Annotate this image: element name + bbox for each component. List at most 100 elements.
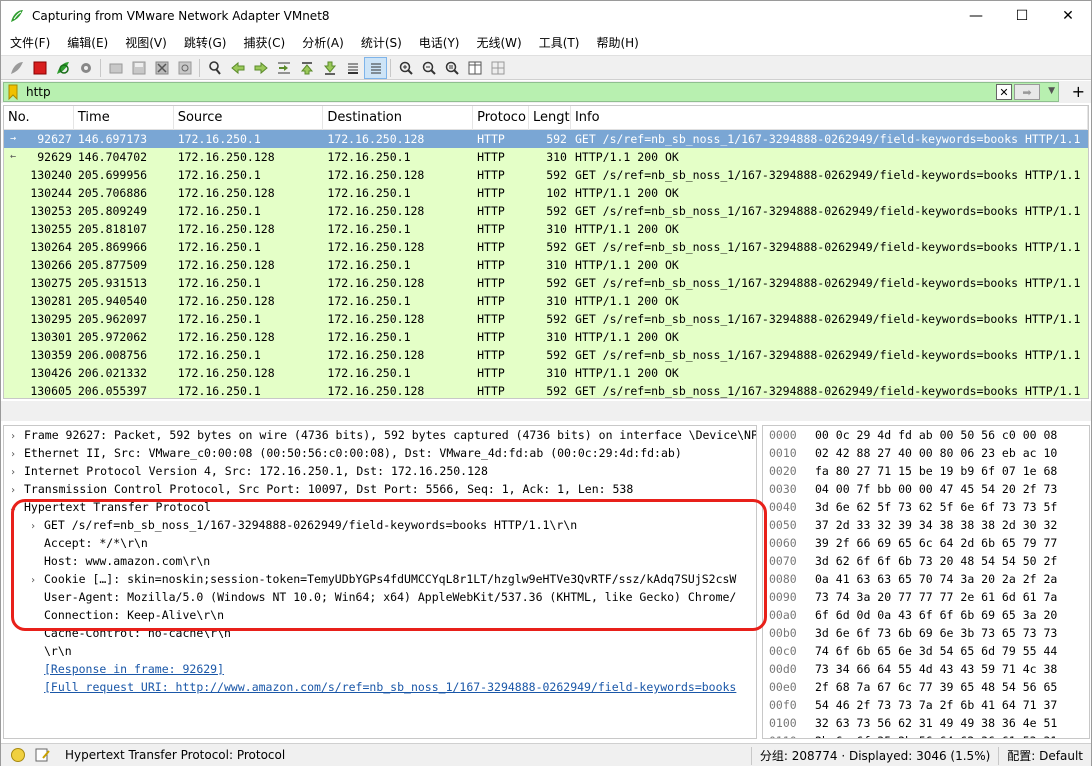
packet-row[interactable]: 130301 205.972062 172.16.250.128 172.16.250… — [4, 328, 1088, 346]
packet-row[interactable]: 130275 205.931513 172.16.250.1 172.16.250.1… — [4, 274, 1088, 292]
minimize-button[interactable]: — — [953, 1, 999, 31]
detail-row[interactable]: ⌄ Hypertext Transfer Protocol — [4, 498, 756, 516]
hex-row[interactable]: 0090 73 74 3a 20 77 77 77 2e 61 6d 61 7a — [763, 588, 1089, 606]
detail-row[interactable]: › Frame 92627: Packet, 592 bytes on wire … — [4, 426, 756, 444]
close-button[interactable]: ✕ — [1045, 1, 1091, 31]
packet-row[interactable]: 130359 206.008756 172.16.250.1 172.16.250.1… — [4, 346, 1088, 364]
filter-bookmark-button[interactable] — [7, 83, 19, 101]
hex-row[interactable]: 0070 3d 62 6f 6f 6b 73 20 48 54 54 50 2f — [763, 552, 1089, 570]
hex-row[interactable]: 00d0 73 34 66 64 55 4d 43 43 59 71 4c 38 — [763, 660, 1089, 678]
packet-row[interactable]: 92627 → 146.697173 172.16.250.1 172.16.250.1… — [4, 130, 1088, 148]
packet-row[interactable]: 130281 205.940540 172.16.250.128 172.16.250… — [4, 292, 1088, 310]
maximize-button[interactable]: ☐ — [999, 1, 1045, 31]
column-time[interactable]: Time — [74, 106, 174, 130]
hex-row[interactable]: 0040 3d 6e 62 5f 73 62 5f 6e 6f 73 73 5f — [763, 498, 1089, 516]
menu-wireless[interactable]: 无线(W) — [468, 32, 530, 54]
detail-row[interactable]: User-Agent: Mozilla/5.0 (Windows NT 10.0… — [4, 588, 756, 606]
menu-edit[interactable]: 编辑(E) — [58, 32, 116, 54]
menu-statistics[interactable]: 统计(S) — [352, 32, 410, 54]
packet-row[interactable]: 130244 205.706886 172.16.250.128 172.16.250… — [4, 184, 1088, 202]
hex-row[interactable]: 0100 32 63 73 56 62 31 49 49 38 36 4e 51 — [763, 714, 1089, 732]
filter-value[interactable]: http — [26, 85, 51, 99]
hex-row[interactable]: 00b0 3d 6e 6f 73 6b 69 6e 3b 73 65 73 73 — [763, 624, 1089, 642]
zoom-in-button[interactable] — [394, 57, 417, 79]
column-source[interactable]: Source — [174, 106, 324, 130]
packet-row[interactable]: 130295 205.962097 172.16.250.1 172.16.250.1… — [4, 310, 1088, 328]
layout-button[interactable] — [486, 57, 509, 79]
hex-row[interactable]: 0010 02 42 88 27 40 00 80 06 23 eb ac 10 — [763, 444, 1089, 462]
packet-row[interactable]: 130426 206.021332 172.16.250.128 172.16.250… — [4, 364, 1088, 382]
start-capture-button[interactable] — [5, 57, 28, 79]
expert-info-led-icon[interactable] — [11, 748, 25, 762]
open-file-button[interactable] — [104, 57, 127, 79]
detail-row[interactable]: Accept: */*\r\n — [4, 534, 756, 552]
detail-row[interactable]: [Response in frame: 92629] — [4, 660, 756, 678]
column-length[interactable]: Lengt — [529, 106, 571, 130]
detail-link[interactable]: [Response in frame: 92629] — [44, 662, 224, 676]
resize-columns-button[interactable] — [463, 57, 486, 79]
capture-options-button[interactable] — [74, 57, 97, 79]
detail-row[interactable]: Connection: Keep-Alive\r\n — [4, 606, 756, 624]
save-file-button[interactable] — [127, 57, 150, 79]
hex-row[interactable]: 00e0 2f 68 7a 67 6c 77 39 65 48 54 56 65 — [763, 678, 1089, 696]
zoom-reset-button[interactable] — [440, 57, 463, 79]
detail-row[interactable]: › Internet Protocol Version 4, Src: 172.1… — [4, 462, 756, 480]
go-to-packet-button[interactable] — [272, 57, 295, 79]
hex-row[interactable]: 0050 37 2d 33 32 39 34 38 38 38 2d 30 32 — [763, 516, 1089, 534]
column-info[interactable]: Info — [571, 106, 1088, 130]
menu-go[interactable]: 跳转(G) — [175, 32, 235, 54]
autoscroll-button[interactable] — [341, 57, 364, 79]
packet-row[interactable]: 130605 206.055397 172.16.250.1 172.16.250.1… — [4, 382, 1088, 398]
detail-row[interactable]: [Full request URI: http://www.amazon.com… — [4, 678, 756, 696]
pane-splitter[interactable] — [1, 401, 1091, 421]
column-protocol[interactable]: Protoco — [473, 106, 530, 130]
filter-dropdown-icon[interactable]: ▼ — [1048, 86, 1055, 96]
restart-capture-button[interactable] — [51, 57, 74, 79]
capture-comment-icon[interactable] — [35, 748, 51, 762]
menu-view[interactable]: 视图(V) — [116, 32, 175, 54]
detail-row[interactable]: › GET /s/ref=nb_sb_noss_1/167-3294888-026… — [4, 516, 756, 534]
stop-capture-button[interactable] — [28, 57, 51, 79]
column-destination[interactable]: Destination — [323, 106, 474, 130]
detail-link[interactable]: [Full request URI: http://www.amazon.com… — [44, 680, 736, 694]
detail-row[interactable]: Cache-Control: no-cache\r\n — [4, 624, 756, 642]
apply-filter-button[interactable]: ➡ — [1014, 84, 1040, 100]
profile-label[interactable]: 配置: Default — [1007, 747, 1083, 764]
column-no[interactable]: No. — [4, 106, 74, 130]
colorize-button[interactable] — [364, 56, 387, 79]
packet-row[interactable]: 130240 205.699956 172.16.250.1 172.16.250.1… — [4, 166, 1088, 184]
first-packet-button[interactable] — [295, 57, 318, 79]
add-filter-button-icon[interactable]: + — [1072, 81, 1085, 103]
detail-row[interactable]: Host: www.amazon.com\r\n — [4, 552, 756, 570]
menu-analyze[interactable]: 分析(A) — [293, 32, 352, 54]
go-forward-button[interactable] — [249, 57, 272, 79]
menu-tools[interactable]: 工具(T) — [530, 32, 588, 54]
packet-row[interactable]: 130255 205.818107 172.16.250.128 172.16.250… — [4, 220, 1088, 238]
menu-telephony[interactable]: 电话(Y) — [410, 32, 468, 54]
reload-file-button[interactable] — [173, 57, 196, 79]
last-packet-button[interactable] — [318, 57, 341, 79]
detail-row[interactable]: › Ethernet II, Src: VMware_c0:00:08 (00:5… — [4, 444, 756, 462]
hex-row[interactable]: 0020 fa 80 27 71 15 be 19 b9 6f 07 1e 68 — [763, 462, 1089, 480]
hex-row[interactable]: 0000 00 0c 29 4d fd ab 00 50 56 c0 00 08 — [763, 426, 1089, 444]
find-packet-button[interactable] — [203, 57, 226, 79]
menu-capture[interactable]: 捕获(C) — [234, 32, 293, 54]
menu-file[interactable]: 文件(F) — [1, 32, 58, 54]
detail-row[interactable]: › Cookie […]: skin=noskin;session-token=T… — [4, 570, 756, 588]
close-file-button[interactable] — [150, 57, 173, 79]
hex-row[interactable]: 0110 2b 6e 6f 35 2b 56 64 62 36 61 53 31 — [763, 732, 1089, 738]
detail-row[interactable]: › Transmission Control Protocol, Src Port… — [4, 480, 756, 498]
menu-help[interactable]: 帮助(H) — [587, 32, 646, 54]
clear-filter-button[interactable]: ✕ — [996, 84, 1012, 100]
packet-row[interactable]: 130266 205.877509 172.16.250.128 172.16.250… — [4, 256, 1088, 274]
hex-row[interactable]: 00c0 74 6f 6b 65 6e 3d 54 65 6d 79 55 44 — [763, 642, 1089, 660]
go-back-button[interactable] — [226, 57, 249, 79]
hex-row[interactable]: 00a0 6f 6d 0d 0a 43 6f 6f 6b 69 65 3a 20 — [763, 606, 1089, 624]
detail-row[interactable]: \r\n — [4, 642, 756, 660]
display-filter-input[interactable]: http ✕ ➡ ▼ — [3, 82, 1059, 102]
packet-row[interactable]: 130264 205.869966 172.16.250.1 172.16.250.1… — [4, 238, 1088, 256]
packet-row[interactable]: 92629 ← 146.704702 172.16.250.128 172.16.250… — [4, 148, 1088, 166]
hex-row[interactable]: 0060 39 2f 66 69 65 6c 64 2d 6b 65 79 77 — [763, 534, 1089, 552]
hex-row[interactable]: 0030 04 00 7f bb 00 00 47 45 54 20 2f 73 — [763, 480, 1089, 498]
hex-row[interactable]: 00f0 54 46 2f 73 73 7a 2f 6b 41 64 71 37 — [763, 696, 1089, 714]
